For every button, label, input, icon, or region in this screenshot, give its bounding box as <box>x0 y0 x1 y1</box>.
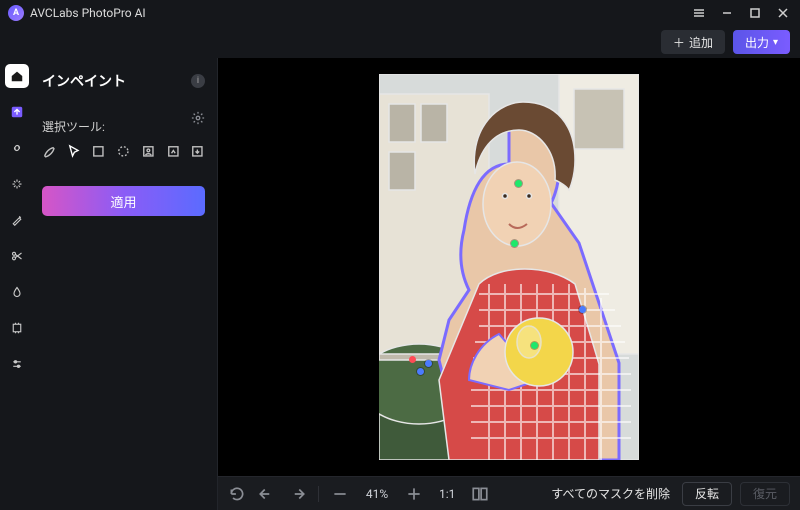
refresh-icon[interactable] <box>228 485 246 503</box>
add-button[interactable]: ＋ 追加 <box>661 30 725 54</box>
canvas-stage[interactable] <box>218 58 800 476</box>
apply-button-label: 適用 <box>110 192 136 211</box>
invert-button[interactable]: 反転 <box>682 482 732 506</box>
ellipse-select-icon[interactable] <box>116 142 131 160</box>
person-select-icon[interactable] <box>141 142 156 160</box>
home-tool[interactable] <box>5 64 29 88</box>
export-button[interactable]: 出力 ▾ <box>733 30 790 54</box>
zoom-fit-button[interactable]: 1:1 <box>435 487 459 501</box>
canvas-area: 41% 1:1 すべてのマスクを削除 反転 復元 <box>218 58 800 510</box>
chevron-down-icon: ▾ <box>773 37 778 48</box>
sparkle-tool[interactable] <box>5 172 29 196</box>
invert-button-label: 反転 <box>695 485 719 502</box>
zoom-value: 41% <box>361 487 393 501</box>
left-icon-rail <box>0 58 34 510</box>
restore-button-label: 復元 <box>753 485 777 502</box>
restore-button[interactable]: 復元 <box>740 482 790 506</box>
upload-tool[interactable] <box>5 100 29 124</box>
maximize-icon[interactable] <box>746 4 764 22</box>
selection-point[interactable] <box>579 306 586 313</box>
compare-icon[interactable] <box>471 485 489 503</box>
selection-point[interactable] <box>409 356 416 363</box>
gear-icon[interactable] <box>191 111 205 128</box>
link-tool[interactable] <box>5 136 29 160</box>
header-toolbar: ＋ 追加 出力 ▾ <box>0 26 800 58</box>
rect-select-icon[interactable] <box>91 142 106 160</box>
zoom-out-icon[interactable] <box>331 485 349 503</box>
undo-icon[interactable] <box>258 485 276 503</box>
brush-select-icon[interactable] <box>42 142 57 160</box>
app-logo-icon: A <box>8 5 24 21</box>
plus-icon: ＋ <box>673 34 685 51</box>
titlebar-left: A AVCLabs PhotoPro AI <box>8 5 146 21</box>
selection-point[interactable] <box>531 342 538 349</box>
window-controls <box>690 4 792 22</box>
selection-point[interactable] <box>515 180 522 187</box>
panel-title: インペイント <box>42 71 126 91</box>
preview-image[interactable] <box>379 74 639 460</box>
pointer-select-icon[interactable] <box>67 142 82 160</box>
selection-point[interactable] <box>417 368 424 375</box>
side-panel: インペイント i 選択ツール: 適用 <box>34 58 218 510</box>
selection-point[interactable] <box>511 240 518 247</box>
expand-tool[interactable] <box>5 316 29 340</box>
zoom-in-icon[interactable] <box>405 485 423 503</box>
selection-tools-row <box>42 142 205 160</box>
scissors-tool[interactable] <box>5 244 29 268</box>
bottom-toolbar-left: 41% 1:1 <box>228 485 489 503</box>
separator <box>318 486 319 502</box>
clear-masks-button[interactable]: すべてのマスクを削除 <box>547 485 674 502</box>
selection-point[interactable] <box>425 360 432 367</box>
bottom-toolbar-right: すべてのマスクを削除 反転 復元 <box>547 482 790 506</box>
magic-tool[interactable] <box>5 208 29 232</box>
minimize-icon[interactable] <box>718 4 736 22</box>
object-select-icon[interactable] <box>166 142 181 160</box>
apply-button[interactable]: 適用 <box>42 186 205 216</box>
settings-sliders-tool[interactable] <box>5 352 29 376</box>
import-select-icon[interactable] <box>190 142 205 160</box>
add-button-label: 追加 <box>689 34 713 51</box>
hamburger-menu-icon[interactable] <box>690 4 708 22</box>
titlebar: A AVCLabs PhotoPro AI <box>0 0 800 26</box>
close-icon[interactable] <box>774 4 792 22</box>
drop-tool[interactable] <box>5 280 29 304</box>
bottom-toolbar: 41% 1:1 すべてのマスクを削除 反転 復元 <box>218 476 800 510</box>
app-title: AVCLabs PhotoPro AI <box>30 6 146 20</box>
redo-icon[interactable] <box>288 485 306 503</box>
selection-tools-label: 選択ツール: <box>42 118 105 135</box>
export-button-label: 出力 <box>745 34 769 51</box>
info-icon[interactable]: i <box>191 74 205 88</box>
